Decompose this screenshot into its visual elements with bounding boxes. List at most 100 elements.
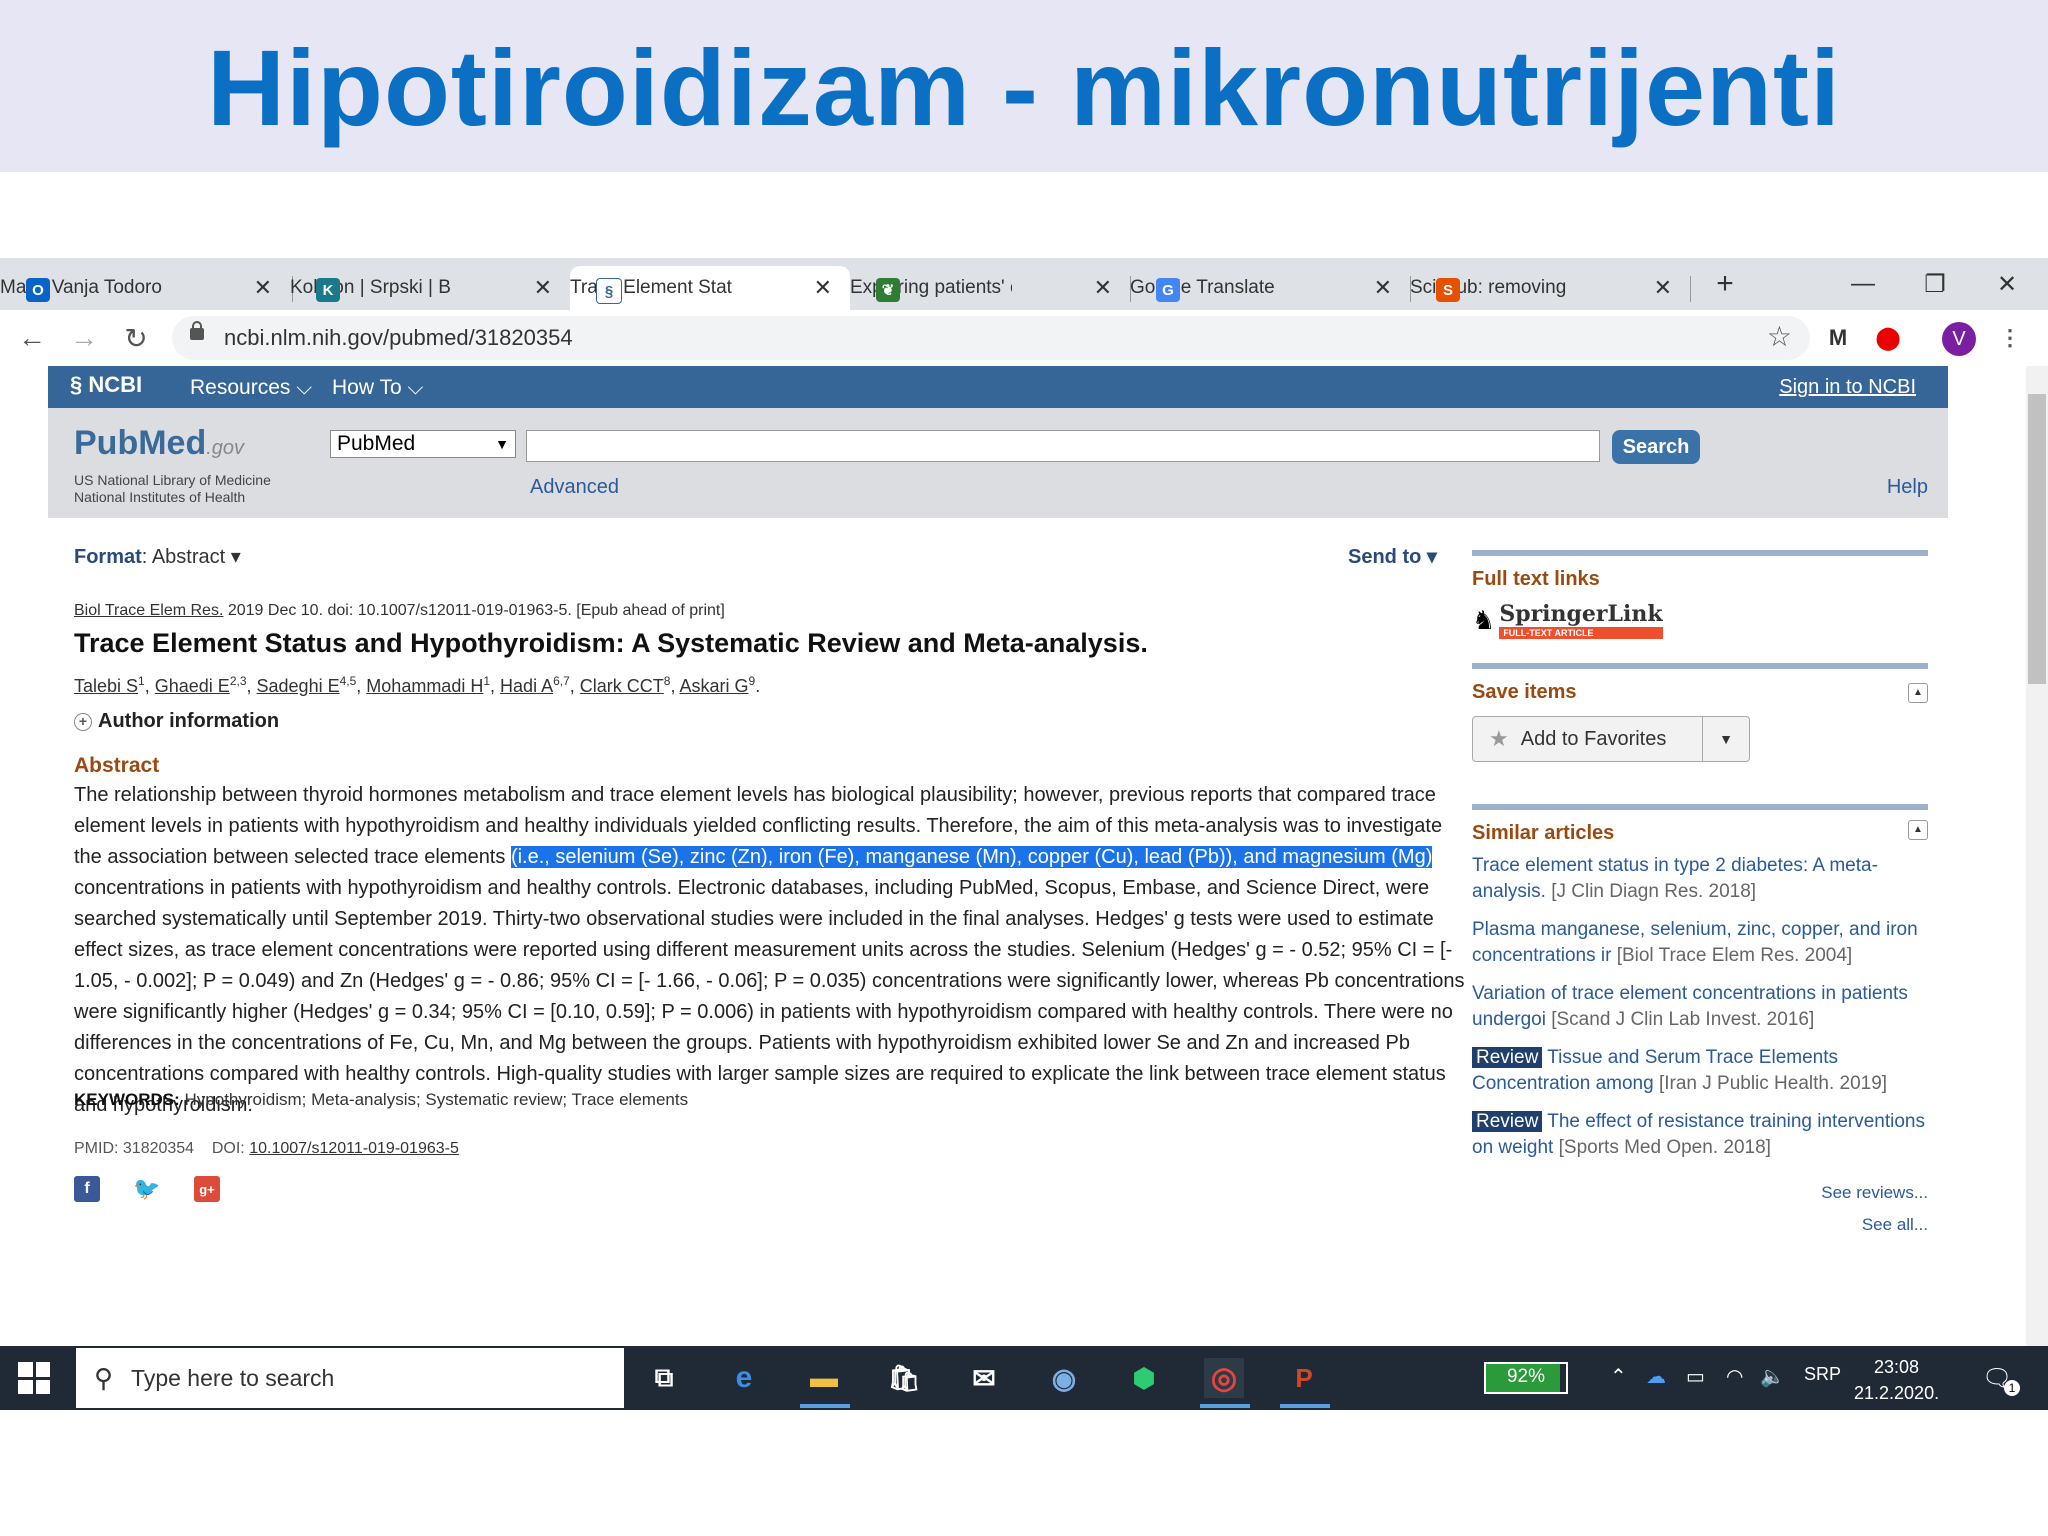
springerlink-button[interactable]: ♞ SpringerLink FULL-TEXT ARTICLE	[1472, 601, 1928, 639]
forward-arrow-icon[interactable]: →	[66, 320, 102, 356]
format-value: Abstract	[151, 546, 226, 568]
tab-trace-element[interactable]: § Trace Element Status ✕	[570, 266, 850, 310]
similar-article-source: [Sports Med Open. 2018]	[1558, 1137, 1771, 1158]
battery-indicator[interactable]: 92%	[1484, 1362, 1568, 1394]
similar-article[interactable]: Plasma manganese, selenium, zinc, copper…	[1472, 917, 1928, 969]
clock[interactable]: 23:08 21.2.2020.	[1854, 1354, 1939, 1406]
close-icon[interactable]: ✕	[1654, 275, 1672, 301]
similar-article[interactable]: Trace element status in type 2 diabetes:…	[1472, 853, 1928, 905]
scihub-icon: S	[1436, 278, 1460, 302]
wifi-icon[interactable]: ◠	[1726, 1364, 1743, 1389]
close-icon[interactable]: ✕	[254, 275, 272, 301]
file-explorer-icon[interactable]: ▬	[804, 1358, 844, 1398]
google-plus-icon[interactable]: g+	[194, 1176, 220, 1202]
tab-scihub[interactable]: S Sci-Hub: removing b ✕	[1410, 266, 1690, 310]
taskbar-search[interactable]: ⚲ Type here to search	[76, 1348, 624, 1408]
signin-link[interactable]: Sign in to NCBI	[1779, 376, 1916, 399]
see-all-link[interactable]: See all...	[1472, 1215, 1928, 1235]
database-select[interactable]: PubMed ▼	[330, 430, 516, 458]
chevron-up-icon[interactable]: ⌃	[1610, 1364, 1627, 1389]
omnibox[interactable]: ncbi.nlm.nih.gov/pubmed/31820354 ☆	[172, 316, 1810, 360]
author-link[interactable]: Talebi S	[74, 676, 138, 696]
similar-article[interactable]: Review The effect of resistance training…	[1472, 1109, 1928, 1161]
similar-article-source: [Biol Trace Elem Res. 2004]	[1616, 945, 1853, 966]
bookmark-star-icon[interactable]: ☆	[1767, 320, 1792, 353]
keywords-label: KEYWORDS:	[74, 1090, 180, 1109]
restore-button[interactable]: ❐	[1900, 258, 1970, 310]
globe-app-icon[interactable]: ◉	[1044, 1358, 1084, 1398]
pubmed-logo[interactable]: PubMed.gov	[74, 424, 244, 463]
tab-mail[interactable]: O Mail - Vanja Todorov ✕	[0, 266, 290, 310]
scrollbar-thumb[interactable]	[2028, 394, 2046, 684]
collapse-icon[interactable]: ▲	[1908, 820, 1928, 840]
store-icon[interactable]: 🛍	[884, 1358, 924, 1398]
onedrive-icon[interactable]: ☁	[1646, 1364, 1666, 1389]
new-tab-button[interactable]: +	[1690, 258, 1760, 310]
author-link[interactable]: Ghaedi E	[155, 676, 230, 696]
author-affiliation: 1	[138, 674, 145, 688]
keywords: KEYWORDS: Hypothyroidism; Meta-analysis;…	[74, 1090, 688, 1110]
org-line: US National Library of Medicine	[74, 472, 271, 488]
reload-icon[interactable]: ↻	[118, 320, 154, 356]
author-link[interactable]: Sadeghi E	[257, 676, 340, 696]
review-badge: Review	[1472, 1047, 1543, 1068]
browser-window: O Mail - Vanja Todorov ✕ K Kobson | Srps…	[0, 258, 2048, 1346]
help-link[interactable]: Help	[1887, 476, 1928, 499]
powerpoint-icon[interactable]: P	[1284, 1358, 1324, 1398]
author-information-toggle[interactable]: + Author information	[74, 710, 279, 733]
search-button[interactable]: Search	[1612, 430, 1700, 464]
task-view-icon[interactable]: ⧉	[644, 1358, 684, 1398]
close-icon[interactable]: ✕	[814, 275, 832, 301]
adblock-icon[interactable]: ⬤	[1870, 320, 1906, 356]
favorites-dropdown[interactable]: ▼	[1702, 717, 1749, 761]
close-icon[interactable]: ✕	[1094, 275, 1112, 301]
author-link[interactable]: Askari G	[680, 676, 749, 696]
doi-link[interactable]: 10.1007/s12011-019-01963-5	[249, 1140, 459, 1157]
facebook-icon[interactable]: f	[74, 1176, 100, 1202]
twitter-icon[interactable]: 🐦	[133, 1176, 161, 1202]
author-information-label: Author information	[98, 710, 280, 732]
volume-icon[interactable]: 🔈	[1760, 1364, 1785, 1389]
search-input[interactable]	[526, 430, 1600, 462]
send-to-menu[interactable]: Send to ▾	[1348, 544, 1437, 569]
howto-menu[interactable]: How To ⌵	[332, 376, 423, 400]
minimize-button[interactable]: —	[1828, 258, 1898, 310]
battery-icon[interactable]: ▭	[1686, 1364, 1705, 1389]
advanced-link[interactable]: Advanced	[530, 476, 619, 499]
close-icon[interactable]: ✕	[534, 275, 552, 301]
tab-google-translate[interactable]: G Google Translate ✕	[1130, 266, 1410, 310]
back-arrow-icon[interactable]: ←	[14, 320, 50, 356]
edge-icon[interactable]: e	[724, 1358, 764, 1398]
icd-app-icon[interactable]: ⬢	[1124, 1358, 1164, 1398]
article-ids: PMID: 31820354 DOI: 10.1007/s12011-019-0…	[74, 1140, 459, 1158]
chrome-icon[interactable]: ◎	[1204, 1358, 1244, 1398]
similar-article[interactable]: Variation of trace element concentration…	[1472, 981, 1928, 1033]
resources-menu[interactable]: Resources ⌵	[190, 376, 312, 400]
tab-kobson[interactable]: K Kobson | Srpski | Brz ✕	[290, 266, 570, 310]
menu-kebab-icon[interactable]: ⋮	[1992, 320, 2028, 356]
similar-article[interactable]: Review Tissue and Serum Trace Elements C…	[1472, 1045, 1928, 1097]
extension-icon[interactable]: M	[1820, 320, 1856, 356]
tab-exploring[interactable]: ❦ Exploring patients' e ✕	[850, 266, 1130, 310]
star-icon: ★	[1489, 726, 1509, 751]
author-link[interactable]: Clark CCT	[580, 676, 664, 696]
see-reviews-link[interactable]: See reviews...	[1472, 1183, 1928, 1203]
similar-article-source: [Scand J Clin Lab Invest. 2016]	[1551, 1009, 1815, 1030]
close-icon[interactable]: ✕	[1374, 275, 1392, 301]
journal-link[interactable]: Biol Trace Elem Res.	[74, 602, 223, 619]
profile-avatar[interactable]: V	[1942, 322, 1976, 356]
author-link[interactable]: Hadi A	[500, 676, 553, 696]
close-window-button[interactable]: ✕	[1972, 258, 2042, 310]
org-line: National Institutes of Health	[74, 489, 246, 505]
collapse-icon[interactable]: ▲	[1908, 683, 1928, 703]
battery-text: 92%	[1506, 1366, 1546, 1387]
scrollbar[interactable]	[2026, 366, 2048, 1346]
format-selector[interactable]: Format: Abstract ▾	[74, 544, 241, 569]
windows-start-icon[interactable]	[18, 1362, 50, 1394]
author-link[interactable]: Mohammadi H	[366, 676, 483, 696]
language-indicator[interactable]: SRP	[1804, 1364, 1841, 1385]
url-text[interactable]: ncbi.nlm.nih.gov/pubmed/31820354	[224, 325, 573, 351]
mail-icon[interactable]: ✉	[964, 1358, 1004, 1398]
ncbi-logo[interactable]: § NCBI	[70, 372, 142, 398]
add-to-favorites-button[interactable]: ★ Add to Favorites ▼	[1472, 716, 1750, 762]
